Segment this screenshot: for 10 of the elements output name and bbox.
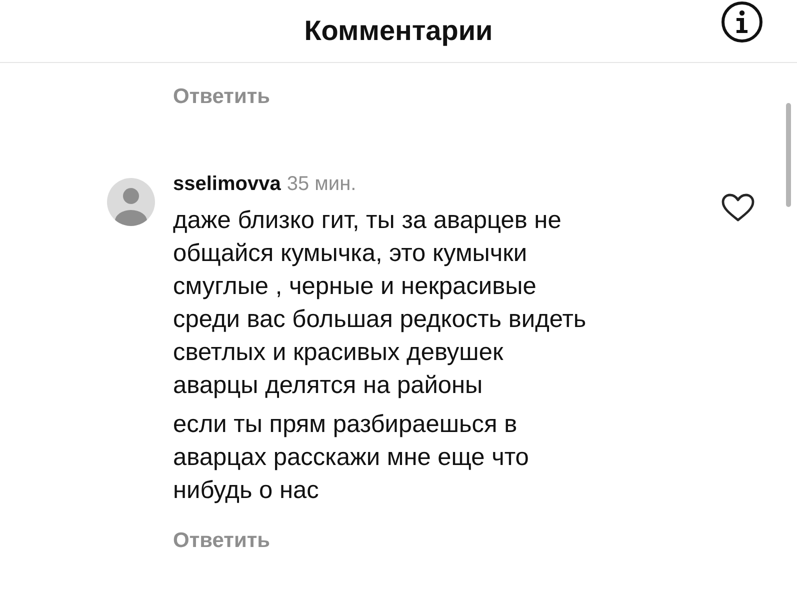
scrollbar[interactable] <box>786 103 791 207</box>
username[interactable]: sselimovva <box>173 173 281 196</box>
comment-text: если ты прям разбираешься в аварцах расскажи мне еще что нибудь о нас <box>173 410 530 506</box>
heart-icon[interactable] <box>721 193 755 223</box>
comment-time: 35 мин. <box>286 173 356 196</box>
reply-link[interactable]: Ответить <box>173 85 270 109</box>
page-title: Комментарии <box>304 15 493 47</box>
reply-link[interactable]: Ответить <box>173 529 270 553</box>
info-icon[interactable] <box>720 0 764 44</box>
avatar-icon[interactable] <box>106 177 156 227</box>
